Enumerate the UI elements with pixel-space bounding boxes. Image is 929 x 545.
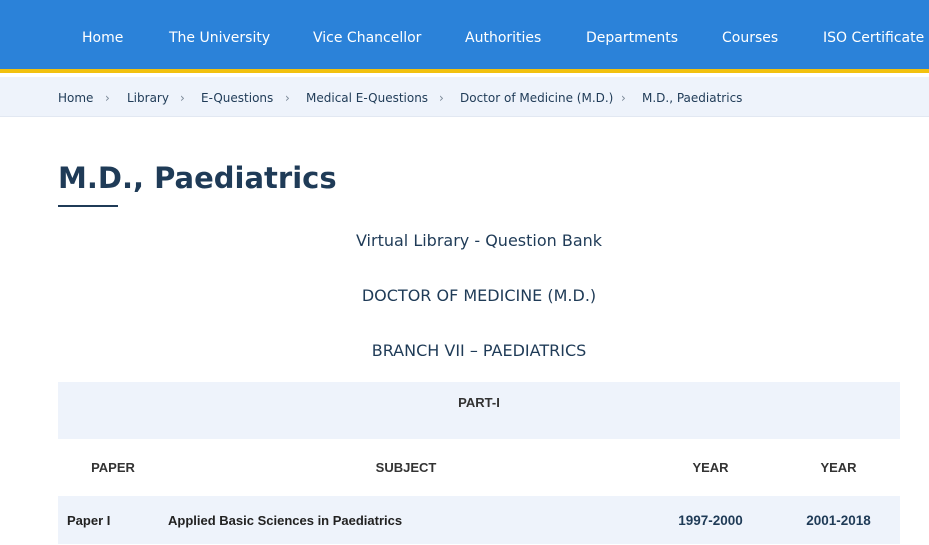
breadcrumb-separator: › xyxy=(105,91,110,105)
title-underline xyxy=(58,205,118,207)
cell-paper: Paper I xyxy=(67,512,111,528)
column-header-year: YEAR xyxy=(820,460,857,475)
table-header-row: PAPER SUBJECT YEAR YEAR xyxy=(58,439,900,496)
nav-item-authorities[interactable]: Authorities xyxy=(465,29,541,47)
nav-item-iso-certificate[interactable]: ISO Certificate xyxy=(823,29,924,47)
column-header-paper: PAPER xyxy=(91,460,135,475)
nav-item-home[interactable]: Home xyxy=(82,29,123,47)
nav-item-vice-chancellor[interactable]: Vice Chancellor xyxy=(313,29,421,47)
breadcrumb-separator: › xyxy=(621,91,626,105)
year-link[interactable]: 1997-2000 xyxy=(644,496,777,544)
breadcrumb-home[interactable]: Home xyxy=(58,90,93,106)
cell-subject: Applied Basic Sciences in Paediatrics xyxy=(168,512,403,528)
breadcrumb-current-page: M.D., Paediatrics xyxy=(642,91,743,105)
heading-question-bank: Virtual Library - Question Bank xyxy=(355,231,603,250)
nav-item-departments[interactable]: Departments xyxy=(586,29,678,47)
part-label: PART-I xyxy=(458,395,500,410)
breadcrumb-library[interactable]: Library xyxy=(127,90,169,106)
breadcrumb-e-questions[interactable]: E-Questions xyxy=(201,90,273,106)
table-row: Paper I Applied Basic Sciences in Paedia… xyxy=(58,496,900,544)
breadcrumb-medical-e-questions[interactable]: Medical E-Questions xyxy=(306,90,428,106)
year-link[interactable]: 2001-2018 xyxy=(777,496,900,544)
breadcrumb-separator: › xyxy=(180,91,185,105)
heading-branch: BRANCH VII – PAEDIATRICS xyxy=(371,341,587,360)
question-bank-table: PART-I PAPER SUBJECT YEAR YEAR Paper I A… xyxy=(58,382,900,544)
page-title: M.D., Paediatrics xyxy=(58,161,337,195)
breadcrumb: Home › Library › E-Questions › Medical E… xyxy=(0,77,929,117)
column-header-subject: SUBJECT xyxy=(375,460,437,475)
table-part-row: PART-I xyxy=(58,382,900,439)
breadcrumb-separator: › xyxy=(285,91,290,105)
column-header-year: YEAR xyxy=(692,460,729,475)
breadcrumb-separator: › xyxy=(439,91,444,105)
top-navigation: Home The University Vice Chancellor Auth… xyxy=(0,0,929,73)
heading-degree: DOCTOR OF MEDICINE (M.D.) xyxy=(361,286,597,305)
nav-item-the-university[interactable]: The University xyxy=(169,29,270,47)
nav-item-courses[interactable]: Courses xyxy=(722,29,778,47)
breadcrumb-doctor-of-medicine[interactable]: Doctor of Medicine (M.D.) xyxy=(460,90,613,106)
